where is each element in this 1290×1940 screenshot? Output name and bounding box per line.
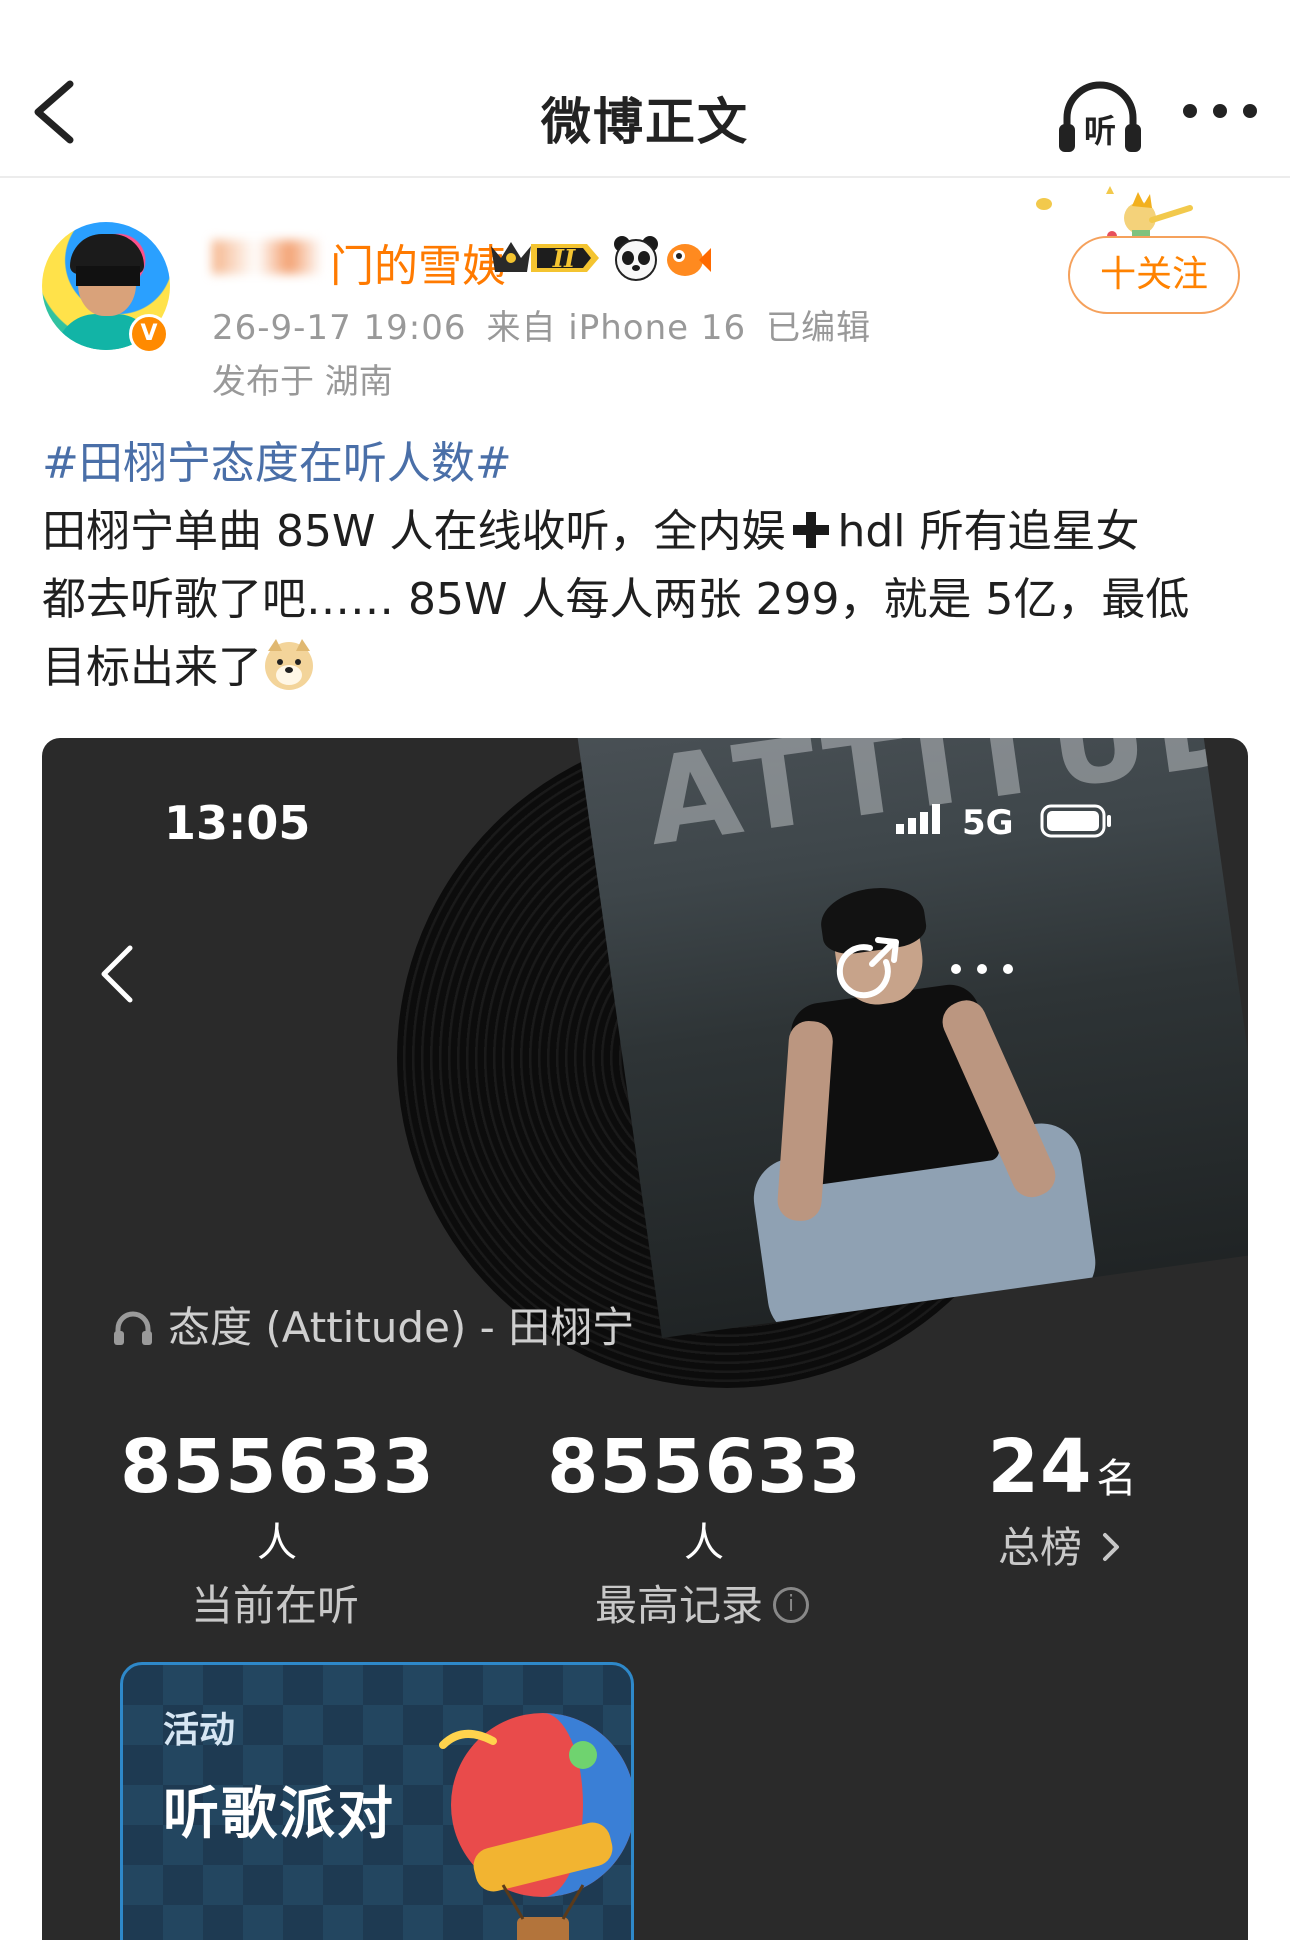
share-icon[interactable] (832, 934, 906, 1008)
stat-record-listeners: 855633 人 最高记录 i (547, 1424, 861, 1633)
stat-value: 24 (987, 1424, 1093, 1510)
player-more-icon[interactable] (942, 954, 1022, 984)
stat-value: 855633 (120, 1424, 435, 1510)
listening-party-card[interactable]: 活动 听歌派对 (120, 1662, 634, 1940)
post-line-2: 都去听歌了吧…… 85W 人每人两张 299，就是 5亿，最低 (42, 574, 1190, 625)
stat-label: 总榜 (997, 1523, 1082, 1572)
verified-badge: V (129, 314, 169, 354)
battery-level (1047, 811, 1099, 831)
info-icon[interactable]: i (773, 1586, 809, 1623)
follow-button[interactable]: 十关注 (1068, 236, 1240, 314)
stat-unit: 人 (257, 1520, 297, 1566)
stat-chart-rank[interactable]: 24 名 总榜 (972, 1424, 1152, 1575)
song-title[interactable]: 态度 (Attitude) - 田栩宁 (112, 1294, 634, 1355)
signal-bar (896, 824, 904, 834)
post-location: 发布于 湖南 (212, 362, 393, 402)
stat-unit: 名 (1096, 1456, 1137, 1502)
post-line-1b: hdl 所有追星女 (837, 506, 1140, 557)
post-meta: 26-9-17 19:06 来自 iPhone 16 已编辑 (212, 300, 891, 349)
chevron-right-icon (1103, 1532, 1119, 1561)
post-line-1a: 田栩宁单曲 85W 人在线收听，全内娱 (42, 506, 786, 557)
more-options-icon[interactable] (1175, 96, 1265, 126)
promo-tag: 活动 (163, 1710, 236, 1751)
status-time: 13:05 (164, 796, 311, 850)
signal-bar (920, 812, 928, 834)
battery-tip (1107, 815, 1111, 827)
post-line-3: 目标出来了 (42, 642, 262, 693)
listen-headphone-icon[interactable]: 听 (1055, 76, 1145, 156)
hot-air-balloon-icon (439, 1713, 631, 1940)
signal-bar (932, 804, 940, 834)
stat-value: 855633 (547, 1424, 862, 1510)
post-image[interactable]: ATTITUDE 13:05 5G 态度 (Attitude) - 田栩宁 85… (42, 738, 1248, 1940)
player-back-icon[interactable] (90, 934, 150, 1014)
signal-bar (908, 818, 916, 834)
post-text: #田栩宁态度在听人数# 田栩宁单曲 85W 人在线收听，全内娱 hdl 所有追星女… (42, 430, 1252, 702)
hashtag-link[interactable]: #田栩宁态度在听人数# (42, 430, 1252, 498)
stat-unit: 人 (684, 1520, 724, 1566)
promo-title: 听歌派对 (163, 1782, 395, 1847)
stat-current-listeners: 855633 人 当前在听 (120, 1424, 434, 1633)
plus-emoji-icon (793, 512, 830, 548)
status-bar-icons: 5G (896, 803, 1111, 842)
doge-emoji-icon (265, 639, 313, 690)
username-text: 门的雪姨 (330, 241, 506, 292)
member-crown-badge-icon[interactable]: II (487, 236, 605, 280)
stat-label: 当前在听 (190, 1581, 359, 1630)
fish-icon (667, 244, 711, 276)
top-nav-bar: 微博正文 听 (0, 0, 1290, 178)
member-level-text: II (552, 244, 576, 273)
network-label: 5G (962, 803, 1014, 842)
panda-icon (614, 236, 658, 281)
stat-label: 最高记录 (594, 1581, 763, 1630)
post-edited-flag[interactable]: 已编辑 (766, 308, 871, 348)
song-title-text: 态度 (Attitude) - 田栩宁 (168, 1303, 635, 1352)
stat-label-wrap: 最高记录 i (547, 1572, 857, 1633)
listen-label: 听 (1084, 112, 1116, 150)
avatar-censor-bar (76, 266, 140, 286)
headphone-icon (114, 1311, 152, 1345)
stat-label-wrap: 总榜 (972, 1514, 1152, 1575)
username[interactable]: 门的雪姨 (212, 230, 506, 294)
post-source: 来自 iPhone 16 (486, 308, 747, 348)
post-timestamp: 26-9-17 19:06 (212, 308, 467, 348)
